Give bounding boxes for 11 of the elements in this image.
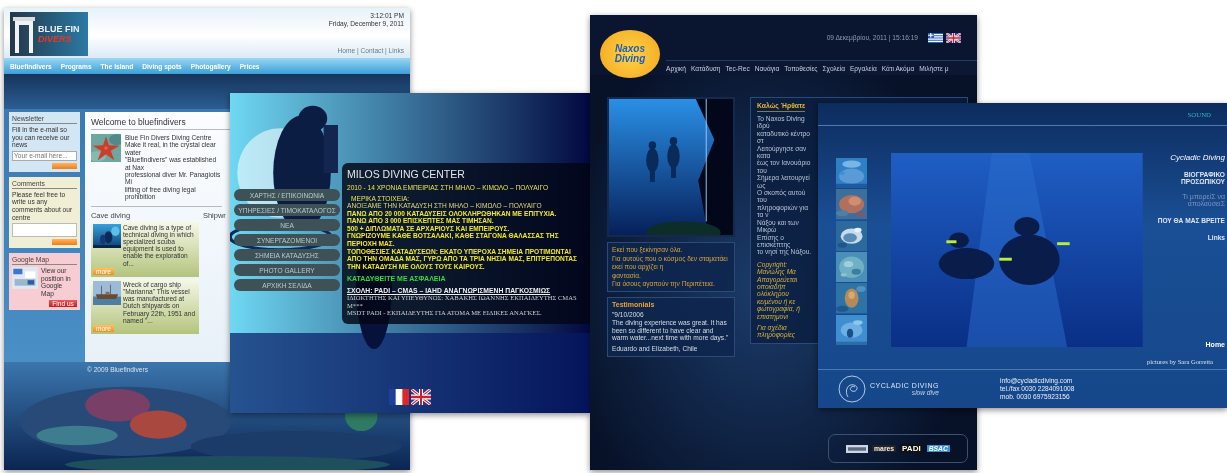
swirl-logo-icon: [838, 375, 866, 403]
site-title: Cycladic Diving: [1170, 153, 1225, 162]
arch-icon: [13, 15, 35, 53]
logo-text: DIVERS: [38, 34, 73, 44]
flag-icon[interactable]: [946, 32, 961, 43]
logo-text: BLUE FIN: [38, 24, 80, 34]
logo-text: Naxos: [615, 44, 645, 54]
sponsor-logo-icon: [846, 444, 869, 453]
sponsor-logo: PADI: [900, 444, 923, 453]
logo-text: Diving: [614, 54, 646, 64]
comment-field[interactable]: [12, 223, 77, 238]
